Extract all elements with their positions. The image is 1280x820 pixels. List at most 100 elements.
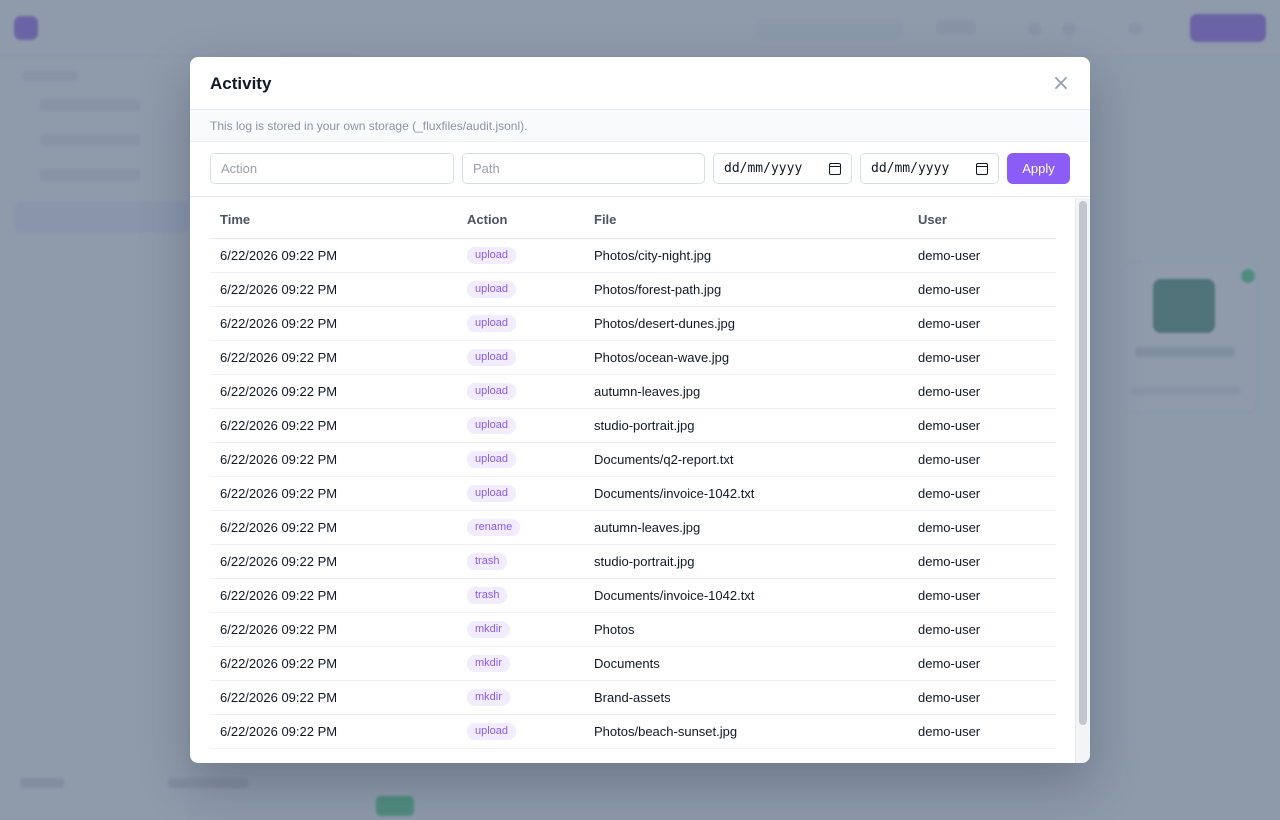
modal-header: Activity × <box>190 57 1090 110</box>
cell-file: studio-portrait.jpg <box>584 408 908 443</box>
cell-file: Documents/invoice-1042.txt <box>584 476 908 511</box>
table-row: 6/22/2026 09:22 PM upload studio-portrait.… <box>210 408 1056 443</box>
cell-action: upload <box>457 476 584 511</box>
table-row: 6/22/2026 09:22 PM upload Photos/desert-du… <box>210 306 1056 341</box>
activity-table: Time Action File User 6/22/2026 09:22 PM… <box>210 198 1056 749</box>
table-scrollbar[interactable] <box>1075 198 1090 763</box>
cell-user: demo-user <box>908 442 1056 477</box>
cell-time: 6/22/2026 09:22 PM <box>210 442 457 477</box>
cell-user: demo-user <box>908 510 1056 545</box>
cell-file: Photos <box>584 612 908 647</box>
cell-file: autumn-leaves.jpg <box>584 374 908 409</box>
cell-file: Photos/city-night.jpg <box>584 238 908 273</box>
cell-time: 6/22/2026 09:22 PM <box>210 544 457 579</box>
to-date-input[interactable]: dd/mm/yyyy <box>860 153 999 184</box>
table-row: 6/22/2026 09:22 PM mkdir Photos demo-user <box>210 612 1056 647</box>
cell-user: demo-user <box>908 408 1056 443</box>
cell-action: upload <box>457 374 584 409</box>
table-row: 6/22/2026 09:22 PM upload Documents/invoic… <box>210 476 1056 511</box>
table-row: 6/22/2026 09:22 PM upload Photos/forest-pa… <box>210 272 1056 307</box>
table-row: 6/22/2026 09:22 PM mkdir Documents demo-use… <box>210 646 1056 681</box>
cell-file: Photos/ocean-wave.jpg <box>584 340 908 375</box>
cell-user: demo-user <box>908 272 1056 307</box>
cell-action: trash <box>457 544 584 579</box>
to-date-value: dd/mm/yyyy <box>871 161 950 176</box>
cell-action: upload <box>457 340 584 375</box>
from-date-value: dd/mm/yyyy <box>724 161 803 176</box>
action-badge: trash <box>467 553 508 570</box>
path-filter-input[interactable] <box>462 153 705 184</box>
modal-title: Activity <box>210 74 272 93</box>
cell-action: upload <box>457 306 584 341</box>
action-badge: upload <box>467 485 517 502</box>
cell-time: 6/22/2026 09:22 PM <box>210 578 457 613</box>
cell-time: 6/22/2026 09:22 PM <box>210 646 457 681</box>
action-badge: upload <box>467 451 517 468</box>
cell-time: 6/22/2026 09:22 PM <box>210 612 457 647</box>
cell-time: 6/22/2026 09:22 PM <box>210 714 457 749</box>
cell-time: 6/22/2026 09:22 PM <box>210 238 457 273</box>
cell-time: 6/22/2026 09:22 PM <box>210 510 457 545</box>
calendar-icon[interactable] <box>976 162 988 175</box>
cell-user: demo-user <box>908 578 1056 613</box>
cell-action: upload <box>457 408 584 443</box>
cell-action: trash <box>457 578 584 613</box>
table-row: 6/22/2026 09:22 PM trash Documents/invoice… <box>210 578 1056 613</box>
filter-bar: dd/mm/yyyy dd/mm/yyyy Apply <box>190 142 1090 197</box>
action-badge: trash <box>467 587 508 604</box>
scrollbar-thumb[interactable] <box>1079 201 1087 725</box>
apply-button[interactable]: Apply <box>1007 153 1070 184</box>
from-date-input[interactable]: dd/mm/yyyy <box>713 153 852 184</box>
cell-file: autumn-leaves.jpg <box>584 510 908 545</box>
cell-user: demo-user <box>908 680 1056 715</box>
close-button[interactable]: × <box>1048 71 1074 97</box>
cell-user: demo-user <box>908 544 1056 579</box>
action-filter-input[interactable] <box>210 153 454 184</box>
column-header-user: User <box>908 198 1056 239</box>
cell-time: 6/22/2026 09:22 PM <box>210 374 457 409</box>
calendar-icon[interactable] <box>829 162 841 175</box>
cell-action: mkdir <box>457 646 584 681</box>
action-badge: rename <box>467 519 521 536</box>
table-row: 6/22/2026 09:22 PM rename autumn-leaves.jp… <box>210 510 1056 545</box>
cell-time: 6/22/2026 09:22 PM <box>210 272 457 307</box>
cell-action: upload <box>457 272 584 307</box>
column-header-file: File <box>584 198 908 239</box>
column-header-time: Time <box>210 198 457 239</box>
column-header-action: Action <box>457 198 584 239</box>
cell-file: studio-portrait.jpg <box>584 544 908 579</box>
cell-file: Brand-assets <box>584 680 908 715</box>
action-badge: mkdir <box>467 655 510 672</box>
activity-modal: Activity × This log is stored in your ow… <box>190 57 1090 763</box>
cell-user: demo-user <box>908 612 1056 647</box>
table-row: 6/22/2026 09:22 PM upload Photos/city-nigh… <box>210 238 1056 273</box>
cell-file: Documents/q2-report.txt <box>584 442 908 477</box>
cell-action: upload <box>457 238 584 273</box>
action-badge: upload <box>467 315 517 332</box>
cell-time: 6/22/2026 09:22 PM <box>210 476 457 511</box>
table-header-row: Time Action File User <box>210 198 1056 239</box>
cell-file: Documents <box>584 646 908 681</box>
cell-file: Photos/beach-sunset.jpg <box>584 714 908 749</box>
cell-user: demo-user <box>908 646 1056 681</box>
action-badge: upload <box>467 417 517 434</box>
cell-action: upload <box>457 714 584 749</box>
cell-time: 6/22/2026 09:22 PM <box>210 680 457 715</box>
action-badge: upload <box>467 349 517 366</box>
storage-note: This log is stored in your own storage (… <box>190 110 1090 142</box>
action-badge: upload <box>467 281 517 298</box>
action-badge: upload <box>467 247 517 264</box>
cell-action: upload <box>457 442 584 477</box>
cell-action: mkdir <box>457 680 584 715</box>
table-row: 6/22/2026 09:22 PM mkdir Brand-assets demo-… <box>210 680 1056 715</box>
table-row: 6/22/2026 09:22 PM upload Documents/q2-rep… <box>210 442 1056 477</box>
cell-file: Photos/forest-path.jpg <box>584 272 908 307</box>
cell-action: mkdir <box>457 612 584 647</box>
cell-user: demo-user <box>908 714 1056 749</box>
cell-user: demo-user <box>908 306 1056 341</box>
cell-user: demo-user <box>908 476 1056 511</box>
action-badge: mkdir <box>467 689 510 706</box>
table-row: 6/22/2026 09:22 PM upload Photos/ocean-wav… <box>210 340 1056 375</box>
action-badge: upload <box>467 383 517 400</box>
close-icon: × <box>1051 71 1071 96</box>
